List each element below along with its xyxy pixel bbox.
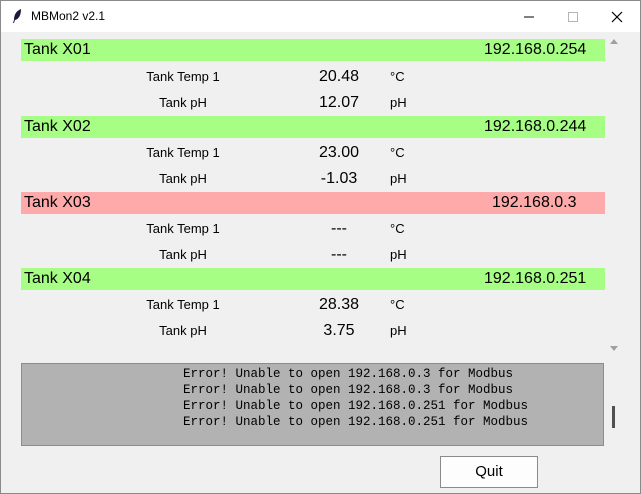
reading-value: 23.00 — [318, 144, 360, 161]
tank-header: Tank X02 192.168.0.244 — [21, 116, 605, 138]
reading-unit: pH — [390, 323, 407, 338]
scroll-up-icon[interactable] — [608, 36, 620, 46]
app-window: MBMon2 v2.1 Tank X01 192.168.0.254 Tank … — [0, 0, 641, 494]
reading-value: 3.75 — [323, 322, 355, 339]
close-icon — [611, 11, 623, 23]
quit-button[interactable]: Quit — [440, 456, 538, 488]
reading-unit: °C — [390, 297, 405, 312]
tank-ip: 192.168.0.254 — [484, 41, 587, 58]
tank-name: Tank X01 — [24, 41, 91, 58]
tank-header: Tank X04 192.168.0.251 — [21, 268, 605, 290]
tank-ip: 192.168.0.3 — [492, 194, 577, 211]
reading-label: Tank pH — [159, 323, 207, 338]
log-line: Error! Unable to open 192.168.0.3 for Mo… — [183, 383, 514, 397]
log-line: Error! Unable to open 192.168.0.251 for … — [183, 399, 529, 413]
maximize-icon — [568, 12, 578, 22]
log-output[interactable]: Error! Unable to open 192.168.0.3 for Mo… — [21, 363, 604, 446]
minimize-button[interactable] — [506, 1, 552, 32]
main-content: Tank X01 192.168.0.254 Tank Temp 1 20.48… — [1, 32, 640, 493]
reading-value: -1.03 — [320, 170, 358, 187]
tank-header: Tank X01 192.168.0.254 — [21, 39, 605, 61]
title-bar[interactable]: MBMon2 v2.1 — [1, 1, 640, 32]
tank-name: Tank X04 — [24, 270, 91, 287]
tank-name: Tank X02 — [24, 118, 91, 135]
reading-unit: °C — [390, 145, 405, 160]
window-title: MBMon2 v2.1 — [31, 9, 106, 23]
log-line: Error! Unable to open 192.168.0.251 for … — [183, 415, 529, 429]
maximize-button[interactable] — [550, 1, 596, 32]
reading-label: Tank Temp 1 — [146, 221, 220, 236]
reading-unit: pH — [390, 171, 407, 186]
tank-ip: 192.168.0.244 — [484, 118, 587, 135]
reading-value: --- — [331, 246, 347, 263]
reading-unit: pH — [390, 247, 407, 262]
log-line: Error! Unable to open 192.168.0.3 for Mo… — [183, 367, 514, 381]
reading-value: --- — [331, 220, 347, 237]
tank-header: Tank X03 192.168.0.3 — [21, 192, 605, 214]
reading-label: Tank pH — [159, 95, 207, 110]
tank-ip: 192.168.0.251 — [484, 270, 587, 287]
reading-label: Tank pH — [159, 247, 207, 262]
reading-label: Tank Temp 1 — [146, 69, 220, 84]
feather-icon — [13, 9, 21, 23]
reading-label: Tank pH — [159, 171, 207, 186]
reading-label: Tank Temp 1 — [146, 145, 220, 160]
reading-unit: pH — [390, 95, 407, 110]
tank-name: Tank X03 — [24, 194, 91, 211]
reading-unit: °C — [390, 221, 405, 236]
reading-value: 20.48 — [318, 68, 360, 85]
reading-value: 12.07 — [318, 94, 360, 111]
reading-label: Tank Temp 1 — [146, 297, 220, 312]
log-scrollbar-thumb[interactable] — [612, 406, 615, 428]
minimize-icon — [524, 16, 534, 18]
scroll-down-icon[interactable] — [608, 344, 620, 354]
reading-value: 28.38 — [318, 296, 360, 313]
reading-unit: °C — [390, 69, 405, 84]
close-button[interactable] — [594, 1, 640, 32]
